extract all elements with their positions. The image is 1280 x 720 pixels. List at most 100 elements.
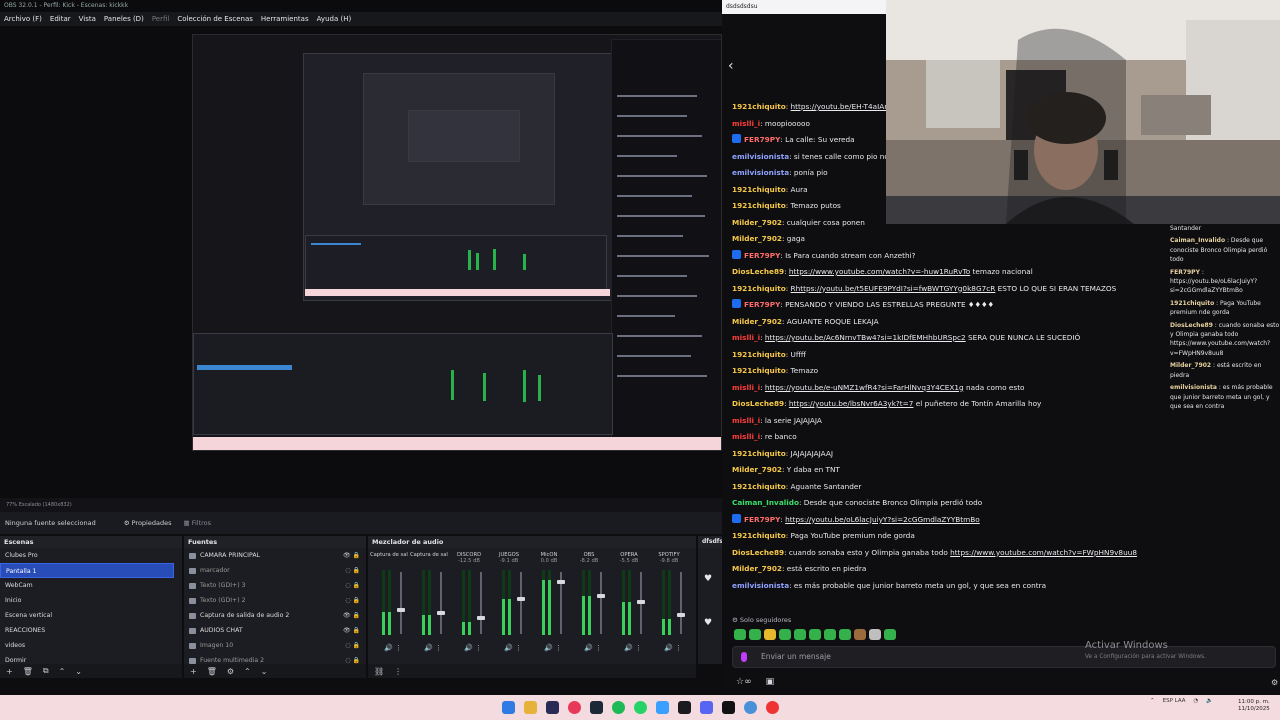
volume-slider[interactable] (480, 572, 482, 634)
settings-gear-icon[interactable]: ⚙ (1271, 678, 1278, 687)
volume-slider-knob[interactable] (477, 616, 485, 620)
scene-item-selected[interactable]: Pantalla 1 (0, 563, 174, 578)
mute-icon[interactable]: 🔊 ⋮ (424, 644, 442, 652)
source-item[interactable]: Texto (GDI+) 2 ◌ 🔒 (184, 593, 366, 608)
menu-dots-icon[interactable]: ⋮ (394, 667, 402, 676)
move-down-icon[interactable]: ⌄ (75, 667, 82, 676)
scene-item[interactable]: videos (0, 638, 182, 653)
preview-canvas[interactable] (192, 34, 722, 451)
obs-icon[interactable] (678, 701, 691, 714)
shop-icon[interactable]: ▣ (766, 677, 775, 687)
eye-icon[interactable]: ◌ 🔒 (345, 638, 360, 653)
chat-link[interactable]: https://youtu.be/e-uNMZ1wfR4?si=FarHlNvq… (765, 383, 964, 392)
chat-username[interactable]: FER79PY (744, 300, 780, 309)
chat-username[interactable]: Milder_7902 (732, 317, 782, 326)
source-item[interactable]: Imagen 10 ◌ 🔒 (184, 638, 366, 653)
menu-herramientas[interactable]: Herramientas (261, 15, 309, 23)
move-down-icon[interactable]: ⌄ (261, 667, 268, 676)
emote-icon[interactable] (734, 629, 746, 640)
move-up-icon[interactable]: ⌃ (244, 667, 251, 676)
chat-username[interactable]: mislli_i (732, 432, 760, 441)
steam-icon[interactable] (590, 701, 603, 714)
chat-username[interactable]: mislli_i (732, 416, 760, 425)
chat-username[interactable]: Milder_7902 (732, 234, 782, 243)
emote-icon[interactable] (749, 629, 761, 640)
chat-username[interactable]: FER79PY (744, 251, 780, 260)
chat-username[interactable]: FER79PY (744, 515, 780, 524)
volume-icon[interactable]: 🔈 (1206, 698, 1213, 704)
mute-icon[interactable]: 🔊 ⋮ (584, 644, 602, 652)
menu-perfil[interactable]: Perfil (152, 15, 170, 23)
eye-icon[interactable]: ◌ 🔒 (345, 563, 360, 578)
eye-icon[interactable]: ◌ 🔒 (345, 653, 360, 664)
chat-username[interactable]: 1921chiquito (732, 531, 786, 540)
eye-icon[interactable]: ◌ 🔒 (345, 593, 360, 608)
chat-username[interactable]: 1921chiquito (732, 201, 786, 210)
mic-icon[interactable] (741, 652, 747, 662)
volume-slider-knob[interactable] (557, 580, 565, 584)
properties-button[interactable]: ⚙ Propiedades (124, 519, 172, 527)
chat-username[interactable]: 1921chiquito (732, 284, 786, 293)
file-explorer-icon[interactable] (524, 701, 537, 714)
source-settings-icon[interactable]: ⚙ (227, 667, 234, 676)
emote-icon[interactable] (779, 629, 791, 640)
chat-username[interactable]: Milder_7902 (732, 564, 782, 573)
mute-icon[interactable]: 🔊 ⋮ (544, 644, 562, 652)
chat-username[interactable]: 1921chiquito (732, 449, 786, 458)
chat-username[interactable]: FER79PY (744, 135, 780, 144)
emote-icon[interactable] (764, 629, 776, 640)
chrome-icon[interactable] (766, 701, 779, 714)
chat-username[interactable]: 1921chiquito (732, 482, 786, 491)
source-item[interactable]: CAMARA PRINCIPAL 👁 🔒 (184, 548, 366, 563)
clock[interactable]: 11:00 p. m. 11/10/2025 (1238, 699, 1270, 713)
spotify-icon[interactable] (612, 701, 625, 714)
emote-icon[interactable] (809, 629, 821, 640)
volume-slider-knob[interactable] (437, 611, 445, 615)
chat-username[interactable]: 1921chiquito (732, 185, 786, 194)
chat-link[interactable]: https://www.youtube.com/watch?v=-huw1RuR… (789, 267, 970, 276)
source-item[interactable]: AUDIOS CHAT 👁 🔒 (184, 623, 366, 638)
heart-icon[interactable]: ♥ (704, 618, 722, 628)
volume-slider[interactable] (520, 572, 522, 634)
source-item[interactable]: Texto (GDI+) 3 ◌ 🔒 (184, 578, 366, 593)
chat-username[interactable]: Milder_7902 (732, 218, 782, 227)
chat-username[interactable]: DiosLeche89 (732, 548, 784, 557)
opera-icon[interactable] (568, 701, 581, 714)
mute-icon[interactable]: 🔊 ⋮ (664, 644, 682, 652)
scene-item[interactable]: Dormir (0, 653, 182, 664)
remove-scene-icon[interactable]: 🗑 (23, 667, 33, 676)
eye-icon[interactable]: ◌ 🔒 (345, 578, 360, 593)
discord-icon[interactable] (700, 701, 713, 714)
mute-icon[interactable]: 🔊 ⋮ (384, 644, 402, 652)
chat-link[interactable]: https://youtu.be/oL6lacJuiyY?si=2cGGmdla… (785, 515, 980, 524)
chat-link[interactable]: https://youtu.be/lbsNvr6A3yk?t=7 (789, 399, 914, 408)
emote-icon[interactable] (884, 629, 896, 640)
chat-link[interactable]: https://www.youtube.com/watch?v=FWpHN9v8… (950, 548, 1137, 557)
eye-icon[interactable]: 👁 🔒 (343, 608, 360, 623)
source-item[interactable]: Fuente multimedia 2 ◌ 🔒 (184, 653, 366, 664)
chat-username[interactable]: Caiman_Invalido (732, 498, 799, 507)
volume-slider-knob[interactable] (517, 597, 525, 601)
emote-icon[interactable] (794, 629, 806, 640)
filters-button[interactable]: ▦ Filtros (183, 519, 211, 527)
emote-icon[interactable] (824, 629, 836, 640)
chat-username[interactable]: mislli_i (732, 333, 760, 342)
chat-username[interactable]: mislli_i (732, 383, 760, 392)
chat-username[interactable]: emilvisionista (732, 168, 789, 177)
chat-username[interactable]: 1921chiquito (732, 350, 786, 359)
menu-archivo[interactable]: Archivo (F) (4, 15, 42, 23)
source-item[interactable]: Captura de salida de audio 2 👁 🔒 (184, 608, 366, 623)
menu-editar[interactable]: Editar (50, 15, 71, 23)
add-scene-icon[interactable]: + (6, 667, 13, 676)
scene-item[interactable]: REACCIONES (0, 623, 182, 638)
volume-slider-knob[interactable] (637, 600, 645, 604)
eye-icon[interactable]: 👁 🔒 (343, 623, 360, 638)
volume-slider[interactable] (680, 572, 682, 634)
chat-username[interactable]: 1921chiquito (732, 102, 786, 111)
scene-item[interactable]: Escena vertical (0, 608, 182, 623)
wifi-icon[interactable]: ◔ (1194, 698, 1199, 704)
scene-item[interactable]: Clubes Pro (0, 548, 182, 563)
volume-slider-knob[interactable] (397, 608, 405, 612)
mute-icon[interactable]: 🔊 ⋮ (504, 644, 522, 652)
scene-item[interactable]: WebCam (0, 578, 182, 593)
